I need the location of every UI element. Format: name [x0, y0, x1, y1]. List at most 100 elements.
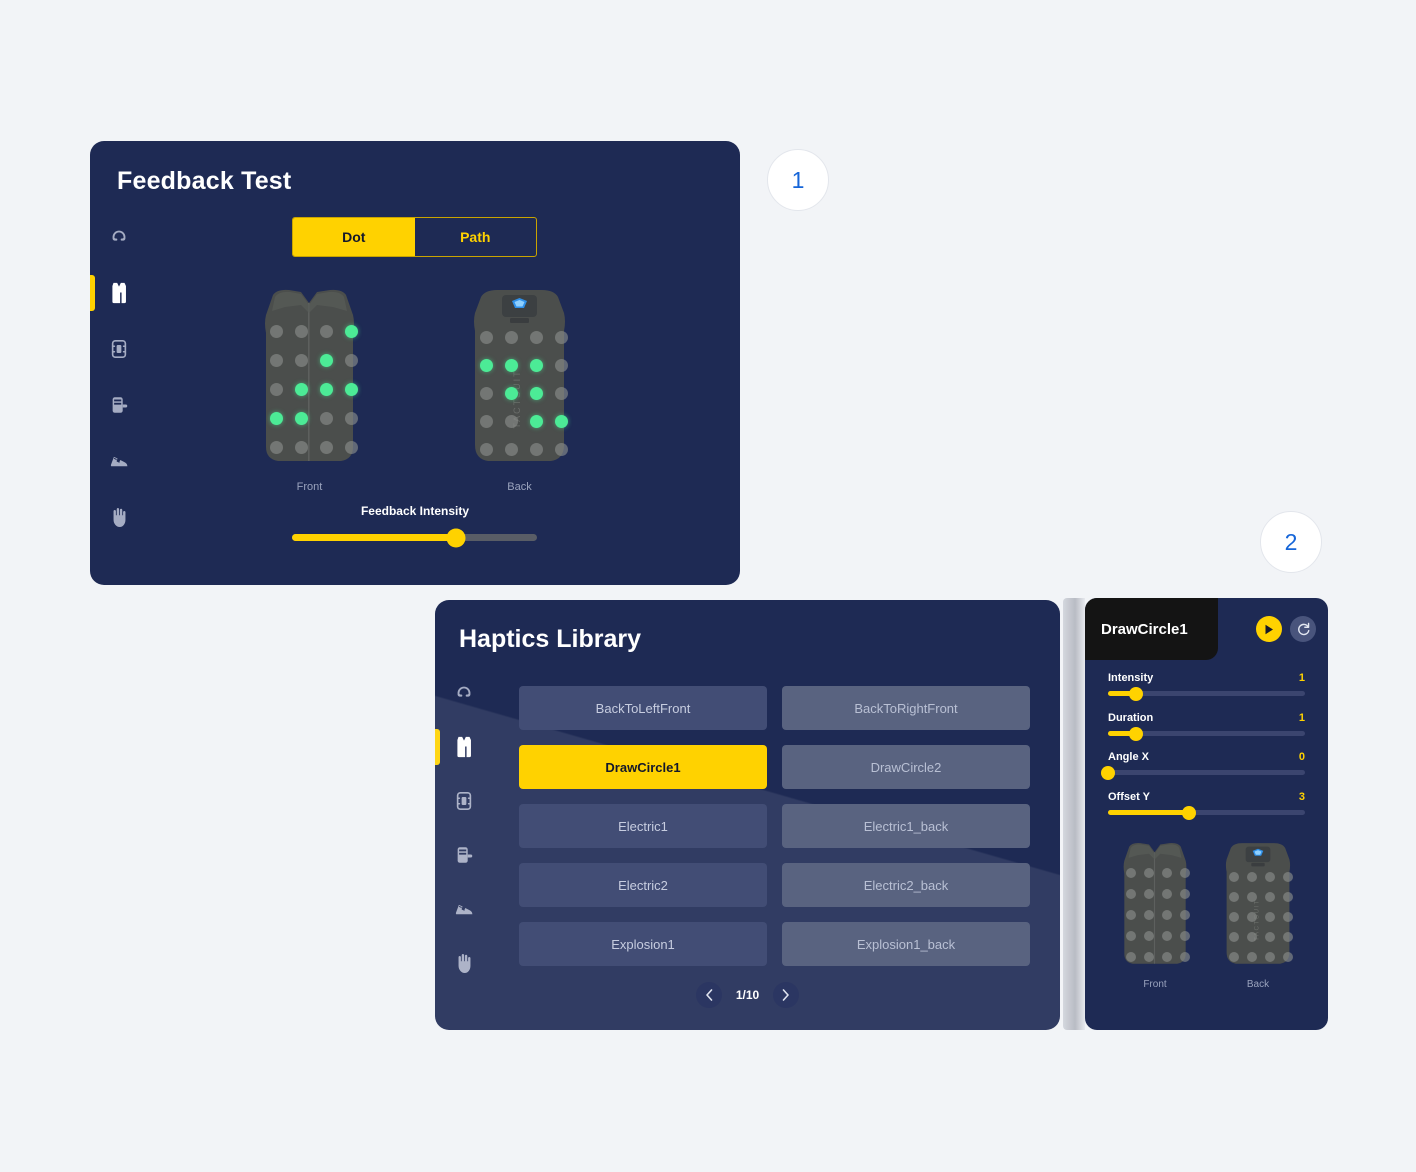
library-item[interactable]: Electric2_back	[782, 863, 1030, 907]
haptic-dot[interactable]	[1283, 892, 1293, 902]
mode-path-button[interactable]: Path	[415, 218, 537, 256]
param-slider-knob[interactable]	[1128, 726, 1143, 741]
haptic-dot[interactable]	[1144, 952, 1154, 962]
haptic-dot[interactable]	[555, 415, 568, 428]
haptic-dot[interactable]	[1126, 868, 1136, 878]
haptic-dot[interactable]	[1247, 912, 1257, 922]
haptic-dot[interactable]	[320, 325, 333, 338]
haptic-dot[interactable]	[345, 383, 358, 396]
sidebar-item-sleeve[interactable]	[90, 382, 148, 428]
haptic-dot[interactable]	[1162, 910, 1172, 920]
feedback-intensity-slider[interactable]	[292, 528, 537, 547]
haptic-dot[interactable]	[270, 354, 283, 367]
haptic-dot[interactable]	[1144, 910, 1154, 920]
haptic-dot[interactable]	[555, 387, 568, 400]
haptic-dot[interactable]	[1229, 952, 1239, 962]
haptic-dot[interactable]	[1247, 932, 1257, 942]
haptic-dot[interactable]	[270, 412, 283, 425]
haptic-dot[interactable]	[1229, 932, 1239, 942]
haptic-dot[interactable]	[1283, 952, 1293, 962]
haptic-dot[interactable]	[1144, 889, 1154, 899]
haptic-dot[interactable]	[480, 443, 493, 456]
haptic-dot[interactable]	[295, 354, 308, 367]
sidebar-item-vest[interactable]	[90, 270, 148, 316]
haptic-dot[interactable]	[1229, 872, 1239, 882]
haptic-dot[interactable]	[1283, 912, 1293, 922]
library-prev-button[interactable]	[695, 982, 722, 1008]
haptic-dot[interactable]	[480, 359, 493, 372]
sidebar-item-vest[interactable]	[435, 724, 493, 770]
haptic-dot[interactable]	[1229, 912, 1239, 922]
param-slider-knob[interactable]	[1128, 686, 1143, 701]
effect-play-button[interactable]	[1256, 616, 1282, 642]
haptic-dot[interactable]	[480, 331, 493, 344]
haptic-dot[interactable]	[1126, 931, 1136, 941]
haptic-dot[interactable]	[1162, 952, 1172, 962]
haptic-dot[interactable]	[1180, 931, 1190, 941]
sidebar-item-shoes[interactable]	[435, 886, 493, 932]
haptic-dot[interactable]	[530, 415, 543, 428]
feedback-front-vest[interactable]: Front	[253, 287, 366, 493]
haptic-dot[interactable]	[1144, 931, 1154, 941]
haptic-dot[interactable]	[1265, 912, 1275, 922]
haptic-dot[interactable]	[320, 354, 333, 367]
param-slider[interactable]	[1101, 765, 1305, 780]
haptic-dot[interactable]	[1180, 889, 1190, 899]
haptic-dot[interactable]	[1162, 889, 1172, 899]
param-slider-knob[interactable]	[1101, 765, 1115, 780]
haptic-dot[interactable]	[505, 443, 518, 456]
haptic-dot[interactable]	[1144, 868, 1154, 878]
haptic-dot[interactable]	[480, 415, 493, 428]
haptic-dot[interactable]	[320, 383, 333, 396]
haptic-dot[interactable]	[1126, 889, 1136, 899]
haptic-dot[interactable]	[1162, 931, 1172, 941]
mode-dot-button[interactable]: Dot	[293, 218, 415, 256]
feedback-back-vest[interactable]: TACTSUIT Back	[463, 287, 576, 493]
haptic-dot[interactable]	[530, 359, 543, 372]
haptic-dot[interactable]	[1180, 910, 1190, 920]
library-item[interactable]: Electric1_back	[782, 804, 1030, 848]
haptic-dot[interactable]	[1247, 872, 1257, 882]
haptic-dot[interactable]	[1265, 932, 1275, 942]
library-item[interactable]: Explosion1	[519, 922, 767, 966]
haptic-dot[interactable]	[1180, 952, 1190, 962]
haptic-dot[interactable]	[270, 383, 283, 396]
library-item[interactable]: Explosion1_back	[782, 922, 1030, 966]
haptic-dot[interactable]	[270, 441, 283, 454]
haptic-dot[interactable]	[320, 412, 333, 425]
library-item[interactable]: BackToRightFront	[782, 686, 1030, 730]
library-item[interactable]: DrawCircle2	[782, 745, 1030, 789]
feedback-intensity-knob[interactable]	[446, 528, 466, 547]
haptic-dot[interactable]	[320, 441, 333, 454]
haptic-dot[interactable]	[1265, 892, 1275, 902]
haptic-dot[interactable]	[505, 387, 518, 400]
haptic-dot[interactable]	[555, 359, 568, 372]
haptic-dot[interactable]	[505, 415, 518, 428]
haptic-dot[interactable]	[530, 331, 543, 344]
haptic-dot[interactable]	[1265, 872, 1275, 882]
library-item[interactable]: Electric1	[519, 804, 767, 848]
sidebar-item-sleeve[interactable]	[435, 832, 493, 878]
haptic-dot[interactable]	[345, 412, 358, 425]
sidebar-item-headband[interactable]	[90, 214, 148, 260]
library-next-button[interactable]	[773, 982, 800, 1008]
haptic-dot[interactable]	[505, 331, 518, 344]
haptic-dot[interactable]	[295, 325, 308, 338]
haptic-dot[interactable]	[555, 331, 568, 344]
haptic-dot[interactable]	[480, 387, 493, 400]
haptic-dot[interactable]	[1283, 872, 1293, 882]
haptic-dot[interactable]	[295, 383, 308, 396]
haptic-dot[interactable]	[505, 359, 518, 372]
haptic-dot[interactable]	[1265, 952, 1275, 962]
haptic-dot[interactable]	[555, 443, 568, 456]
haptic-dot[interactable]	[1283, 932, 1293, 942]
library-item[interactable]: Electric2	[519, 863, 767, 907]
haptic-dot[interactable]	[295, 441, 308, 454]
param-slider[interactable]	[1108, 805, 1305, 820]
haptic-dot[interactable]	[345, 354, 358, 367]
sidebar-item-forearm[interactable]	[435, 778, 493, 824]
library-item[interactable]: DrawCircle1	[519, 745, 767, 789]
haptic-dot[interactable]	[345, 441, 358, 454]
haptic-dot[interactable]	[1126, 952, 1136, 962]
haptic-dot[interactable]	[1247, 952, 1257, 962]
